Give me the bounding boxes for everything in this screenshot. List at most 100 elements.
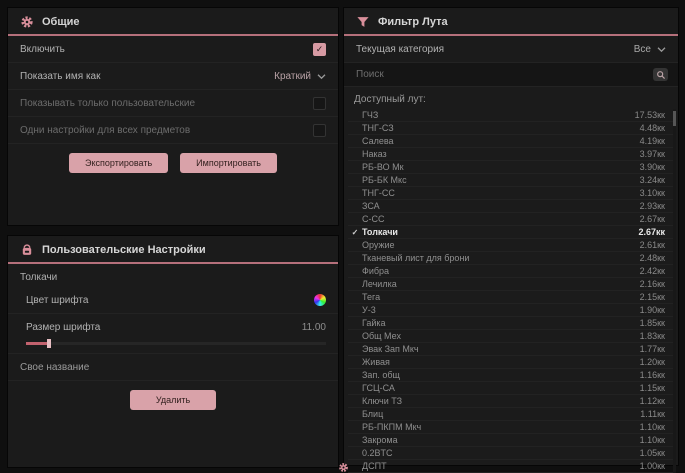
loot-item-row[interactable]: Общ Мех1.83кк xyxy=(348,330,673,343)
search-input[interactable] xyxy=(354,68,653,81)
font-size-slider-fill xyxy=(26,342,47,345)
loot-item-row[interactable]: Тега2.15кк xyxy=(348,291,673,304)
import-export-row: Экспортировать Импортировать xyxy=(8,144,338,182)
name-mode-value: Краткий xyxy=(274,71,311,82)
loot-item-row[interactable]: ТНГ-СС3.10кк xyxy=(348,187,673,200)
loot-item-value: 1.85кк xyxy=(640,318,665,328)
loot-item-value: 1.16кк xyxy=(640,370,665,380)
loot-item-row[interactable]: ✓Толкачи2.67кк xyxy=(348,226,673,239)
loot-item-name: У-3 xyxy=(362,305,640,315)
mini-gear-icon[interactable] xyxy=(338,460,349,471)
category-value: Все xyxy=(634,44,651,55)
delete-button[interactable]: Удалить xyxy=(130,390,216,410)
same-settings-row: Одни настройки для всех предметов xyxy=(8,117,338,144)
enable-checkbox[interactable]: ✓ xyxy=(313,43,326,56)
loot-item-name: ЗСА xyxy=(362,201,640,211)
user-settings-panel: Пользовательские Настройки Толкачи Цвет … xyxy=(8,236,338,467)
loot-item-row[interactable]: Блиц1.11кк xyxy=(348,408,673,421)
loot-list-scrollbar-thumb[interactable] xyxy=(673,111,676,126)
loot-item-value: 3.90кк xyxy=(640,162,665,172)
loot-item-name: Живая xyxy=(362,357,640,367)
loot-item-name: ДСПТ xyxy=(362,461,640,471)
loot-item-row[interactable]: Фибра2.42кк xyxy=(348,265,673,278)
loot-item-name: РБ-БК Мкс xyxy=(362,175,640,185)
loot-item-row[interactable]: Салева4.19кк xyxy=(348,135,673,148)
loot-item-row[interactable]: РБ-БК Мкс3.24кк xyxy=(348,174,673,187)
loot-filter-header: Фильтр Лута xyxy=(344,8,678,34)
loot-item-row[interactable]: ГСЦ-СА1.15кк xyxy=(348,382,673,395)
loot-item-name: Салева xyxy=(362,136,640,146)
loot-item-row[interactable]: Закрома1.10кк xyxy=(348,434,673,447)
filter-funnel-icon xyxy=(356,15,370,29)
general-panel: Общие Включить ✓ Показать имя как Кратки… xyxy=(8,8,338,225)
color-wheel-icon[interactable] xyxy=(314,294,326,306)
import-button[interactable]: Импортировать xyxy=(180,153,277,173)
loot-item-row[interactable]: Наказ3.97кк xyxy=(348,148,673,161)
same-settings-checkbox[interactable] xyxy=(313,124,326,137)
search-icon[interactable] xyxy=(653,68,668,81)
name-mode-dropdown[interactable]: Краткий xyxy=(274,71,326,82)
loot-item-row[interactable]: Зап. общ1.16кк xyxy=(348,369,673,382)
category-label: Текущая категория xyxy=(356,44,444,55)
font-size-value: 11.00 xyxy=(302,322,326,333)
loot-filter-title: Фильтр Лута xyxy=(378,16,448,28)
loot-item-name: Гайка xyxy=(362,318,640,328)
enable-row: Включить ✓ xyxy=(8,36,338,63)
font-size-slider-track[interactable] xyxy=(26,342,326,345)
loot-item-name: Эвак Зап Мкч xyxy=(362,344,640,354)
font-size-slider[interactable] xyxy=(8,340,338,354)
general-panel-header: Общие xyxy=(8,8,338,34)
custom-name-label: Свое название xyxy=(20,362,89,373)
only-custom-checkbox[interactable] xyxy=(313,97,326,110)
loot-item-value: 2.67кк xyxy=(638,227,665,237)
loot-item-value: 1.15кк xyxy=(640,383,665,393)
loot-item-name: Ключи ТЗ xyxy=(362,396,640,406)
loot-item-name: РБ-ПКПМ Мкч xyxy=(362,422,640,432)
loot-item-value: 2.15кк xyxy=(640,292,665,302)
loot-filter-panel: Фильтр Лута Текущая категория Все Доступ… xyxy=(344,8,678,465)
gear-icon xyxy=(20,15,34,29)
loot-item-value: 1.90кк xyxy=(640,305,665,315)
category-row: Текущая категория Все xyxy=(344,36,678,63)
loot-item-value: 2.67кк xyxy=(640,214,665,224)
loot-item-value: 1.83кк xyxy=(640,331,665,341)
loot-item-value: 1.11кк xyxy=(640,409,665,419)
loot-item-value: 2.93кк xyxy=(640,201,665,211)
name-mode-row: Показать имя как Краткий xyxy=(8,63,338,90)
loot-item-name: ГСЦ-СА xyxy=(362,383,640,393)
category-dropdown[interactable]: Все xyxy=(634,44,666,55)
loot-item-row[interactable]: Ключи ТЗ1.12кк xyxy=(348,395,673,408)
loot-item-row[interactable]: Оружие2.61кк xyxy=(348,239,673,252)
loot-item-row[interactable]: ГЧЗ17.53кк xyxy=(348,109,673,122)
export-button[interactable]: Экспортировать xyxy=(69,153,168,173)
loot-item-name: Наказ xyxy=(362,149,640,159)
loot-item-row[interactable]: ЗСА2.93кк xyxy=(348,200,673,213)
loot-item-row[interactable]: Тканевый лист для брони2.48кк xyxy=(348,252,673,265)
loot-item-value: 1.10кк xyxy=(640,435,665,445)
font-size-row: Размер шрифта 11.00 xyxy=(8,314,338,340)
loot-item-value: 2.16кк xyxy=(640,279,665,289)
loot-item-name: Зап. общ xyxy=(362,370,640,380)
loot-item-row[interactable]: У-31.90кк xyxy=(348,304,673,317)
general-panel-title: Общие xyxy=(42,16,80,28)
chevron-down-icon xyxy=(657,46,666,53)
loot-item-value: 3.10кк xyxy=(640,188,665,198)
loot-item-name: С-СС xyxy=(362,214,640,224)
loot-item-row[interactable]: Гайка1.85кк xyxy=(348,317,673,330)
loot-item-row[interactable]: РБ-ПКПМ Мкч1.10кк xyxy=(348,421,673,434)
loot-item-row[interactable]: 0.2BTC1.05кк xyxy=(348,447,673,460)
loot-item-row[interactable]: Эвак Зап Мкч1.77кк xyxy=(348,343,673,356)
loot-item-value: 2.42кк xyxy=(640,266,665,276)
loot-list-scrollbar[interactable] xyxy=(673,109,676,473)
loot-item-name: Блиц xyxy=(362,409,640,419)
loot-item-value: 4.19кк xyxy=(640,136,665,146)
loot-item-row[interactable]: РБ-ВО Мк3.90кк xyxy=(348,161,673,174)
font-size-slider-handle[interactable] xyxy=(47,339,51,348)
loot-item-row[interactable]: С-СС2.67кк xyxy=(348,213,673,226)
custom-name-field[interactable]: Свое название xyxy=(8,354,338,381)
loot-item-row[interactable]: Лечилка2.16кк xyxy=(348,278,673,291)
loot-item-row[interactable]: Живая1.20кк xyxy=(348,356,673,369)
loot-item-row[interactable]: ДСПТ1.00кк xyxy=(348,460,673,473)
loot-item-row[interactable]: ТНГ-СЗ4.48кк xyxy=(348,122,673,135)
loot-item-value: 1.20кк xyxy=(640,357,665,367)
